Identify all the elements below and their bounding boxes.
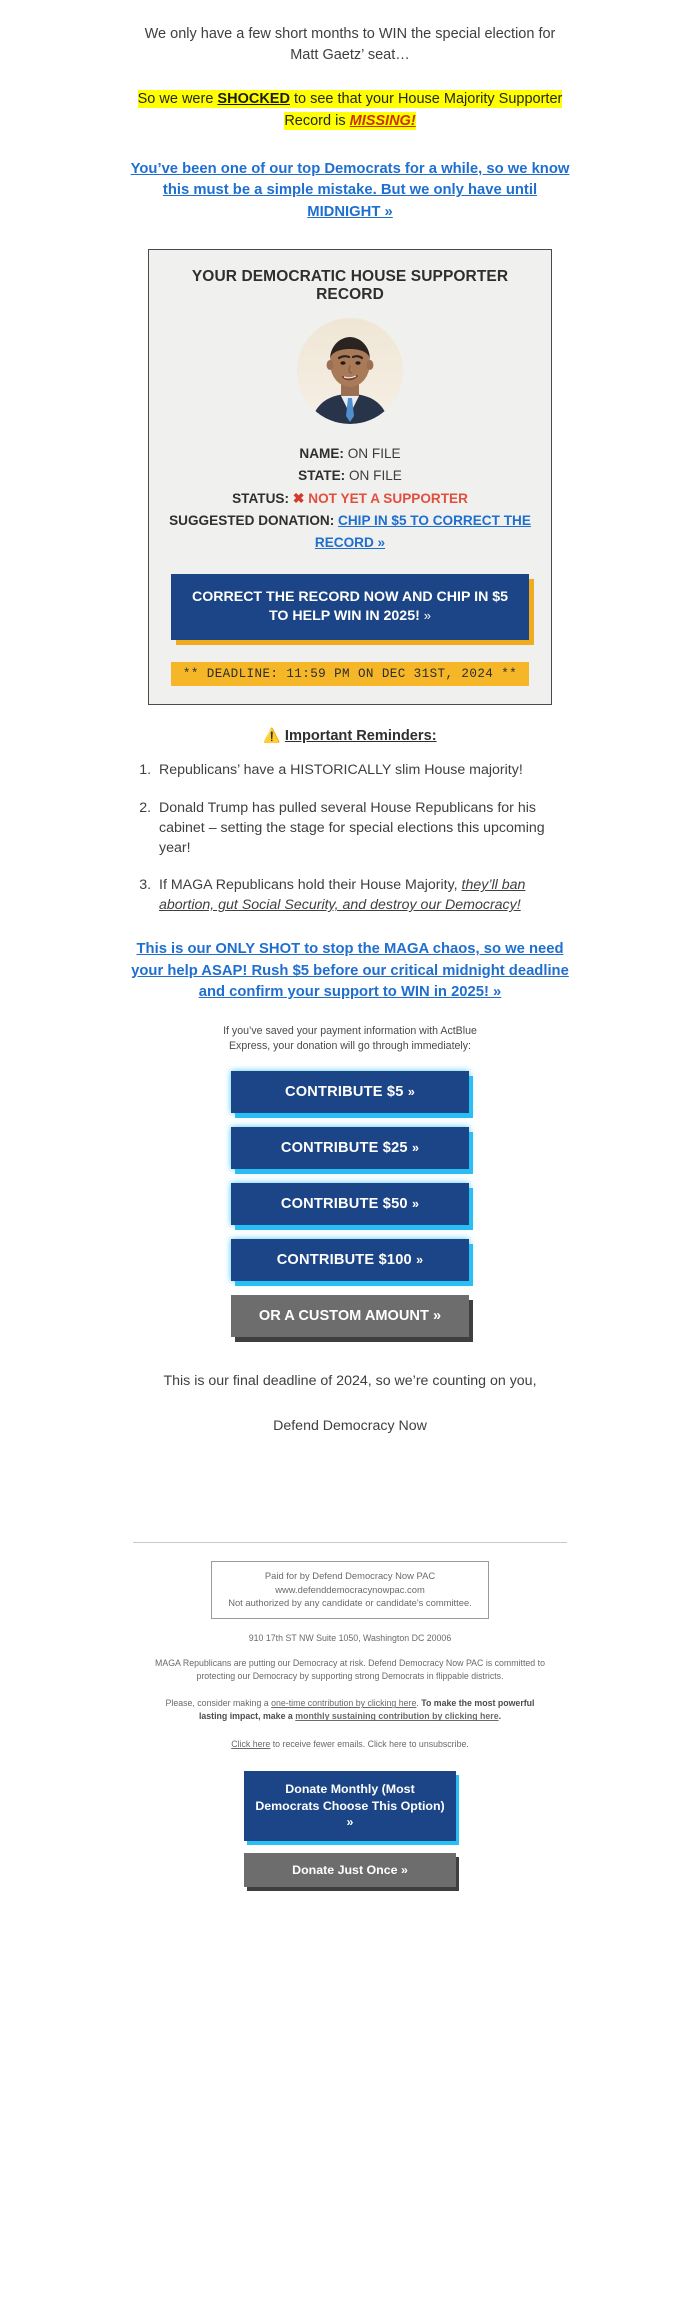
custom-amount-button[interactable]: OR A CUSTOM AMOUNT » xyxy=(231,1295,469,1338)
chevron-right-icon: » xyxy=(432,1308,442,1325)
record-detail-lines: NAME: ON FILE STATE: ON FILE STATUS: ✖ N… xyxy=(163,443,537,554)
record-row-suggested: SUGGESTED DONATION: CHIP IN $5 TO CORREC… xyxy=(163,510,537,554)
record-value-name: ON FILE xyxy=(347,446,401,462)
chip-in-5-link[interactable]: CHIP IN $5 TO CORRECT THE RECORD » xyxy=(315,513,531,550)
red-x-icon: ✖ xyxy=(292,490,305,507)
reminders-list: Republicans’ have a HISTORICALLY slim Ho… xyxy=(155,760,567,915)
reminder-3-prefix: If MAGA Republicans hold their House Maj… xyxy=(159,877,462,894)
contribute-100-label: CONTRIBUTE $100 xyxy=(276,1252,412,1269)
paid-for-disclaimer-box: Paid for by Defend Democracy Now PAC www… xyxy=(211,1560,489,1619)
correct-the-record-button[interactable]: CORRECT THE RECORD NOW AND CHIP IN $5 TO… xyxy=(171,574,529,641)
donate-once-button[interactable]: Donate Just Once » xyxy=(244,1853,456,1887)
warning-triangle-icon: ⚠️ xyxy=(263,727,281,744)
mailing-address: 910 17th ST NW Suite 1050, Washington DC… xyxy=(248,1632,452,1643)
important-reminders-heading: ⚠️ Important Reminders: xyxy=(115,727,585,744)
chevron-right-icon: » xyxy=(416,1253,424,1268)
correct-the-record-label: CORRECT THE RECORD NOW AND CHIP IN $5 TO… xyxy=(191,589,509,625)
record-label-status: STATUS: xyxy=(232,491,289,507)
donate-monthly-button[interactable]: Donate Monthly (Most Democrats Choose Th… xyxy=(244,1770,456,1841)
contribute-25-button[interactable]: CONTRIBUTE $25 » xyxy=(231,1127,469,1170)
contribute-5-button[interactable]: CONTRIBUTE $5 » xyxy=(231,1071,469,1114)
closing-line: This is our final deadline of 2024, so w… xyxy=(163,1373,537,1390)
portrait-row xyxy=(163,318,537,429)
bottom-padding xyxy=(115,1887,585,1913)
record-row-state: STATE: ON FILE xyxy=(163,465,537,487)
contribute-button-stack: CONTRIBUTE $5 » CONTRIBUTE $25 » CONTRIB… xyxy=(115,1071,585,1338)
footer-spacer xyxy=(115,1434,585,1542)
actblue-express-note: If you’ve saved your payment information… xyxy=(223,1024,477,1052)
shock-prefix: So we were xyxy=(137,91,218,108)
primary-cta-link[interactable]: You’ve been one of our top Democrats for… xyxy=(129,159,571,223)
shocked-highlight-block: So we were SHOCKED to see that your Hous… xyxy=(125,89,575,133)
contribute-100-button[interactable]: CONTRIBUTE $100 » xyxy=(231,1239,469,1282)
missing-word: MISSING! xyxy=(349,112,416,129)
contribution-options-paragraph: Please, consider making a one-time contr… xyxy=(151,1697,549,1723)
email-body: We only have a few short months to WIN t… xyxy=(115,0,585,1913)
hakeem-jeffries-portrait xyxy=(297,318,403,425)
contribute-50-label: CONTRIBUTE $50 xyxy=(280,1196,408,1213)
paid-for-line-1: Paid for by Defend Democracy Now PAC xyxy=(264,1569,436,1581)
fewer-emails-link[interactable]: Click here xyxy=(231,1739,270,1749)
paid-for-line-2: www.defenddemocracynowpac.com xyxy=(275,1583,425,1595)
record-card-title: YOUR DEMOCRATIC HOUSE SUPPORTER RECORD xyxy=(191,268,509,304)
unsubscribe-paragraph: Click here to receive fewer emails. Clic… xyxy=(151,1738,549,1751)
custom-amount-label: OR A CUSTOM AMOUNT xyxy=(258,1308,429,1325)
record-label-state: STATE: xyxy=(298,468,346,484)
chevron-right-icon: » xyxy=(423,608,432,624)
record-label-name: NAME: xyxy=(299,446,344,462)
contribution-prefix: Please, consider making a xyxy=(165,1698,272,1709)
monthly-sustaining-link[interactable]: monthly sustaining contribution by click… xyxy=(295,1711,498,1721)
chevron-right-icon: » xyxy=(411,1197,420,1212)
contribute-5-label: CONTRIBUTE $5 xyxy=(285,1084,404,1101)
record-row-name: NAME: ON FILE xyxy=(163,443,537,465)
intro-paragraph: We only have a few short months to WIN t… xyxy=(144,26,556,63)
signature-line: Defend Democracy Now xyxy=(273,1417,427,1434)
record-row-status: STATUS: ✖ NOT YET A SUPPORTER xyxy=(163,487,537,510)
reminder-2-text: Donald Trump has pulled several House Re… xyxy=(159,799,545,856)
shock-middle: to see that your House Majority Supporte… xyxy=(284,91,563,129)
important-reminders-label: Important Reminders: xyxy=(284,728,437,745)
shocked-word: SHOCKED xyxy=(217,91,290,108)
unsubscribe-text: to receive fewer emails. Click here to u… xyxy=(270,1738,469,1749)
list-item: Donald Trump has pulled several House Re… xyxy=(155,798,567,858)
contribute-25-label: CONTRIBUTE $25 xyxy=(280,1140,408,1157)
contribute-50-button[interactable]: CONTRIBUTE $50 » xyxy=(231,1183,469,1226)
reminder-1-text: Republicans’ have a HISTORICALLY slim Ho… xyxy=(159,762,523,779)
deadline-banner: ** DEADLINE: 11:59 PM ON DEC 31ST, 2024 … xyxy=(171,662,529,687)
highlight-span: So we were SHOCKED to see that your Hous… xyxy=(137,90,563,130)
chevron-right-icon: » xyxy=(407,1085,415,1100)
status-badge: NOT YET A SUPPORTER xyxy=(308,491,468,507)
paid-for-line-3: Not authorized by any candidate or candi… xyxy=(228,1597,472,1609)
record-label-suggested-donation: SUGGESTED DONATION: xyxy=(169,513,335,529)
list-item: If MAGA Republicans hold their House Maj… xyxy=(155,875,567,915)
contribution-bold-suffix: . xyxy=(498,1711,502,1722)
list-item: Republicans’ have a HISTORICALLY slim Ho… xyxy=(155,760,567,780)
one-time-contribution-link[interactable]: one-time contribution by clicking here xyxy=(271,1698,416,1708)
mission-statement: MAGA Republicans are putting our Democra… xyxy=(155,1657,545,1682)
record-value-state: ON FILE xyxy=(348,468,402,484)
only-shot-ask-link[interactable]: This is our ONLY SHOT to stop the MAGA c… xyxy=(129,939,571,1003)
chevron-right-icon: » xyxy=(411,1141,420,1156)
supporter-record-card: YOUR DEMOCRATIC HOUSE SUPPORTER RECORD N… xyxy=(148,249,552,706)
footer-divider xyxy=(133,1541,567,1543)
